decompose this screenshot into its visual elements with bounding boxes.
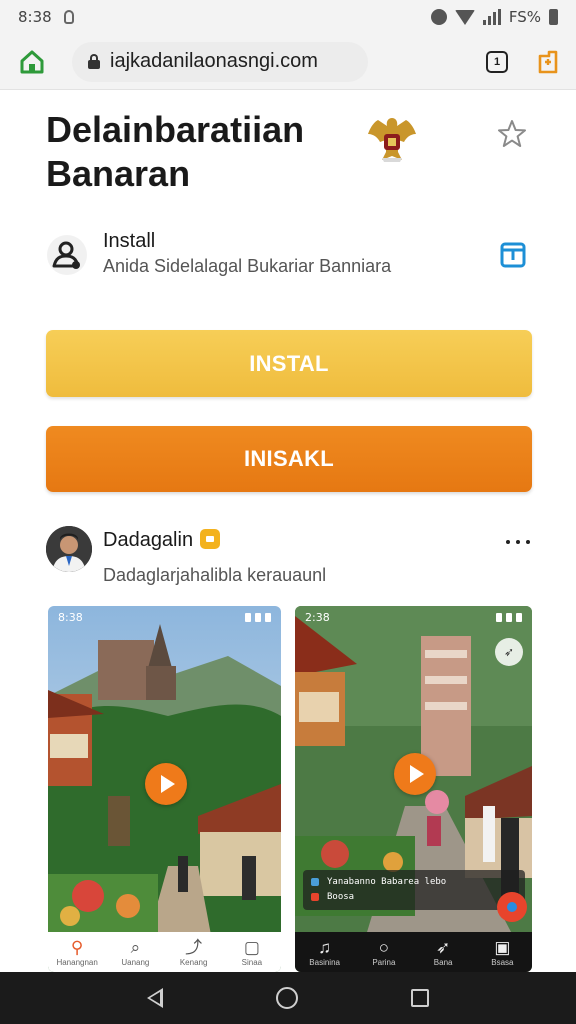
install-row: Install Anida Sidelalagal Bukariar Banni… xyxy=(46,228,536,284)
url-bar[interactable]: iajkadanilaonasngi.com xyxy=(72,41,368,82)
screenshot-nav-label: Kenang xyxy=(179,958,208,967)
avatar[interactable] xyxy=(46,526,92,572)
screenshot-time: 8:38 xyxy=(58,610,83,624)
dot-icon xyxy=(526,540,530,544)
page-title: Delainbaratiian Banaran xyxy=(46,109,305,194)
search-icon: ⌕ xyxy=(130,938,141,957)
play-icon xyxy=(410,765,424,783)
install-subtitle: Anida Sidelalagal Bukariar Banniara xyxy=(103,256,392,276)
card-line: Yanabanno Babarea lebo xyxy=(327,876,447,887)
open-external-icon[interactable] xyxy=(498,238,530,270)
screen: 8:38 FS% iajkadanilaonasngi.com 1 Delain… xyxy=(0,0,576,1024)
screenshot-nav-label: Bana xyxy=(433,958,453,967)
mic-icon xyxy=(63,10,74,24)
home-circle-icon[interactable] xyxy=(275,987,298,1009)
install-title: Install xyxy=(103,230,156,252)
author-subtitle: Dadaglarjahalibla kerauaunl xyxy=(103,565,327,585)
signal-icon xyxy=(482,9,501,25)
play-button[interactable] xyxy=(145,763,187,805)
battery-text: FS% xyxy=(508,8,541,26)
status-icons: FS% xyxy=(430,8,558,26)
screenshot-nav-label: Sinaa xyxy=(241,958,263,967)
dot-icon xyxy=(506,540,510,544)
square-icon: ▢ xyxy=(243,938,260,957)
author-name[interactable]: Dadagalin xyxy=(103,529,193,552)
browser-bar: iajkadanilaonasngi.com 1 xyxy=(0,34,576,90)
share-icon: ⤴ xyxy=(185,938,203,957)
secondary-install-button[interactable]: INISAKL xyxy=(46,426,532,492)
home-button[interactable] xyxy=(16,46,48,78)
map-pin-icon: ⚲ xyxy=(70,938,84,957)
screenshot-status-bar: 8:38 xyxy=(48,606,281,628)
star-icon[interactable] xyxy=(496,118,528,150)
more-options-button[interactable] xyxy=(506,532,530,552)
screenshot-nav-label: Basinina xyxy=(309,958,340,967)
bell-icon xyxy=(538,50,558,73)
screenshot-status-bar: 2:38 xyxy=(295,606,532,628)
install-button[interactable]: INSTAL xyxy=(46,330,532,397)
screenshot-bottom-nav: ♫ Basinina ○ Parina ➶ Bana ▣ Bsasa xyxy=(295,932,532,972)
tabs-count: 1 xyxy=(493,55,501,68)
lock-icon xyxy=(88,54,100,69)
circle-status-icon xyxy=(430,9,447,25)
verified-badge-icon xyxy=(200,529,220,549)
screenshot-info-card: Yanabanno Babarea lebo Boosa xyxy=(303,870,525,910)
screenshot-nav-item: ➶ Bana xyxy=(416,938,470,968)
screenshot-nav-item: ▣ Bsasa xyxy=(475,938,529,968)
wifi-icon xyxy=(454,9,475,25)
screenshot-nav-item: ▢ Sinaa xyxy=(225,938,279,968)
browser-menu-button[interactable] xyxy=(536,50,560,74)
screenshot-nav-label: Hanangnan xyxy=(56,958,98,967)
bird-icon: ➶ xyxy=(436,938,451,957)
screenshot-nav-item: ♫ Basinina xyxy=(298,938,352,968)
screenshot-nav-item: ○ Parina xyxy=(357,938,411,968)
tabs-button[interactable]: 1 xyxy=(486,50,508,73)
back-icon[interactable] xyxy=(146,988,163,1008)
screenshot-preview-1[interactable]: 8:38 ⚲ Hanangnan ⌕ Uanang ⤴ Kenang ▢ Sin… xyxy=(48,606,281,972)
battery-icon xyxy=(549,9,558,25)
headphones-icon: ♫ xyxy=(318,938,331,957)
dot-icon xyxy=(516,540,520,544)
screenshot-bottom-nav: ⚲ Hanangnan ⌕ Uanang ⤴ Kenang ▢ Sinaa xyxy=(48,932,281,972)
person-icon xyxy=(47,235,87,275)
circle-icon: ○ xyxy=(378,938,390,957)
screenshot-nav-item: ⌕ Uanang xyxy=(108,938,162,968)
play-button[interactable] xyxy=(394,753,436,795)
secondary-install-button-label: INISAKL xyxy=(243,446,335,471)
screenshot-nav-item: ⚲ Hanangnan xyxy=(50,938,104,968)
screenshot-nav-item: ⤴ Kenang xyxy=(167,938,221,968)
avatar-portrait xyxy=(46,526,92,572)
play-icon xyxy=(161,775,175,793)
card-dot-icon xyxy=(311,877,319,886)
status-time: 8:38 xyxy=(18,8,52,26)
garuda-emblem-icon xyxy=(368,118,416,162)
card-line: Boosa xyxy=(327,891,355,902)
install-button-label: INSTAL xyxy=(249,350,329,376)
screenshot-preview-2[interactable]: 2:38 ➶ Yanabanno Babarea lebo Boosa ♫ Ba… xyxy=(295,606,532,972)
url-text: iajkadanilaonasngi.com xyxy=(110,50,318,72)
system-navigation-bar xyxy=(0,972,576,1024)
screenshot-nav-label: Uanang xyxy=(121,958,150,967)
location-fab-icon[interactable] xyxy=(497,892,527,922)
recents-icon[interactable] xyxy=(411,989,430,1007)
screenshot-nav-label: Bsasa xyxy=(491,958,514,967)
card-dot-icon xyxy=(311,892,319,901)
t-square-icon: ▣ xyxy=(494,938,511,957)
screenshot-time: 2:38 xyxy=(305,610,330,624)
status-bar: 8:38 FS% xyxy=(0,0,576,34)
home-icon xyxy=(20,50,44,73)
bird-overlay-icon[interactable]: ➶ xyxy=(495,638,523,666)
screenshot-nav-label: Parina xyxy=(372,958,396,967)
